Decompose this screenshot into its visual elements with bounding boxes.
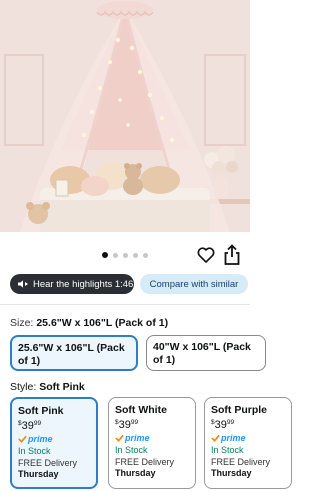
section-divider [0, 304, 250, 305]
size-option-label: 25.6"W x 106"L (Pack of 1) [18, 342, 125, 368]
carousel-dots[interactable] [102, 252, 148, 258]
prime-label: prime [221, 433, 246, 443]
compare-with-similar-button[interactable]: Compare with similar [140, 274, 248, 294]
carousel-dot-5[interactable] [143, 252, 148, 258]
prime-label: prime [28, 434, 53, 444]
delivery-text: FREE Delivery [18, 458, 78, 468]
size-option-label: 40"W x 106"L (Pack of 1) [153, 341, 251, 367]
canopy-illustration [0, 0, 250, 232]
style-option-soft-white[interactable]: Soft White $3999 prime In Stock FREE Del… [108, 397, 196, 489]
price-whole: 39 [118, 419, 131, 431]
style-option-name: Soft Purple [211, 404, 268, 416]
size-label: Size: [10, 317, 34, 329]
price-whole: 39 [214, 419, 227, 431]
style-option-price: $3999 [115, 419, 189, 431]
stock-status: In Stock [211, 445, 244, 455]
delivery-day: Thursday [115, 468, 156, 478]
price-whole: 39 [21, 420, 34, 432]
prime-badge: prime [211, 433, 285, 443]
hear-highlights-button[interactable]: Hear the highlights 1:46 [10, 274, 134, 294]
size-selected-value: 25.6"W x 106"L (Pack of 1) [36, 317, 169, 329]
style-option-price: $3999 [211, 419, 285, 431]
share-icon[interactable] [222, 244, 242, 266]
hear-highlights-label: Hear the highlights 1:46 [33, 278, 134, 290]
stock-status: In Stock [115, 445, 148, 455]
prime-badge: prime [115, 433, 189, 443]
delivery-text: FREE Delivery [211, 457, 271, 467]
carousel-dot-1[interactable] [102, 252, 108, 258]
style-label: Style: [10, 381, 37, 393]
delivery-text: FREE Delivery [115, 457, 175, 467]
style-option-name: Soft Pink [18, 405, 64, 417]
heart-icon[interactable] [196, 245, 216, 265]
size-option-25-6w[interactable]: 25.6"W x 106"L (Pack of 1) [10, 335, 138, 371]
price-cents: 99 [130, 419, 139, 426]
prime-badge: prime [18, 434, 90, 444]
style-option-soft-pink[interactable]: Soft Pink $3999 prime In Stock FREE Deli… [10, 397, 98, 489]
size-option-40w[interactable]: 40"W x 106"L (Pack of 1) [146, 335, 266, 371]
prime-check-icon [18, 435, 27, 443]
delivery-day: Thursday [211, 468, 252, 478]
size-heading: Size: 25.6"W x 106"L (Pack of 1) [10, 317, 168, 329]
style-selected-value: Soft Pink [39, 381, 85, 393]
style-heading: Style: Soft Pink [10, 381, 85, 393]
prime-check-icon [211, 434, 220, 442]
style-option-name: Soft White [115, 404, 167, 416]
price-cents: 99 [33, 420, 42, 427]
price-cents: 99 [226, 419, 235, 426]
style-option-price: $3999 [18, 420, 90, 432]
product-image[interactable] [0, 0, 250, 232]
prime-check-icon [115, 434, 124, 442]
stock-status: In Stock [18, 446, 51, 456]
prime-label: prime [125, 433, 150, 443]
carousel-dot-2[interactable] [113, 252, 118, 258]
delivery-day: Thursday [18, 469, 59, 479]
carousel-dot-3[interactable] [123, 252, 128, 258]
style-option-soft-purple[interactable]: Soft Purple $3999 prime In Stock FREE De… [204, 397, 292, 489]
carousel-dot-4[interactable] [133, 252, 138, 258]
audio-play-icon [18, 280, 28, 288]
compare-label: Compare with similar [149, 278, 239, 290]
